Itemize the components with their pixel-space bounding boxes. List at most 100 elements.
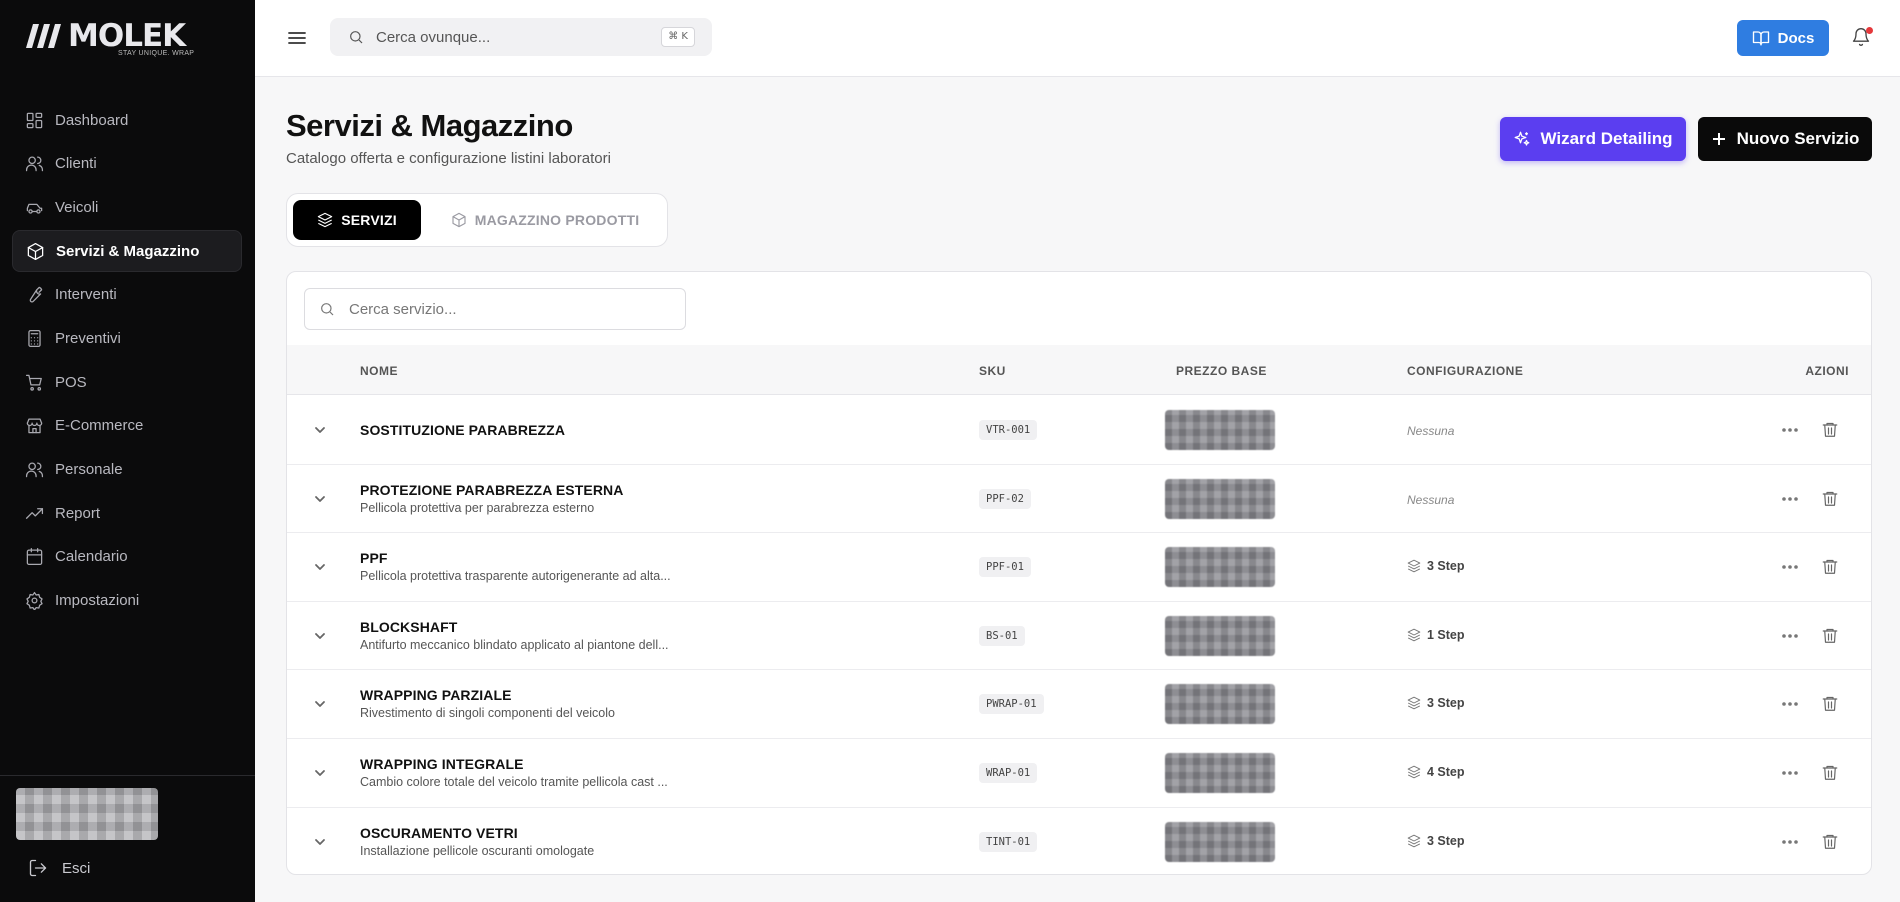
table-row[interactable]: OSCURAMENTO VETRI Installazione pellicol… xyxy=(287,808,1871,874)
table-row[interactable]: PROTEZIONE PARABREZZA ESTERNA Pellicola … xyxy=(287,465,1871,534)
docs-button[interactable]: Docs xyxy=(1737,20,1829,56)
tab-magazzino-prodotti[interactable]: MAGAZZINO PRODOTTI xyxy=(437,200,653,240)
service-description: Cambio colore totale del veicolo tramite… xyxy=(360,775,668,789)
cart-icon xyxy=(24,372,44,392)
delete-button[interactable] xyxy=(1821,763,1841,783)
sidebar-item-label: Impostazioni xyxy=(55,592,140,610)
delete-button[interactable] xyxy=(1821,832,1841,852)
expand-row-button[interactable] xyxy=(312,834,328,850)
trash-icon xyxy=(1822,628,1838,643)
sidebar-item-label: Clienti xyxy=(55,155,97,173)
delete-button[interactable] xyxy=(1821,557,1841,577)
layers-icon xyxy=(1407,697,1421,710)
sidebar-item-label: Interventi xyxy=(55,286,117,304)
service-description: Antifurto meccanico blindato applicato a… xyxy=(360,637,669,652)
configuration-steps: 3 Step xyxy=(1407,834,1465,848)
configuration-label: 3 Step xyxy=(1427,696,1465,711)
more-actions-button[interactable] xyxy=(1779,832,1801,852)
configuration-steps: 4 Step xyxy=(1407,765,1465,779)
service-sku: BS-01 xyxy=(979,625,1025,646)
sidebar-item-personale[interactable]: Personale xyxy=(12,449,242,491)
table-row[interactable]: WRAPPING PARZIALE Rivestimento di singol… xyxy=(287,670,1871,739)
column-header-prezzo-base[interactable]: PREZZO BASE xyxy=(1176,364,1267,378)
delete-button[interactable] xyxy=(1821,626,1841,646)
more-actions-button[interactable] xyxy=(1779,557,1801,577)
sidebar-item-dashboard[interactable]: Dashboard xyxy=(12,99,242,141)
expand-row-button[interactable] xyxy=(312,628,328,644)
trash-icon xyxy=(1822,765,1838,780)
brand-logo[interactable]: MOLEK STAY UNIQUE. WRAP xyxy=(24,18,194,60)
service-search-input[interactable] xyxy=(349,300,669,318)
column-header-configurazione[interactable]: CONFIGURAZIONE xyxy=(1407,364,1523,378)
store-icon xyxy=(24,416,44,436)
table-row[interactable]: WRAPPING INTEGRALE Cambio colore totale … xyxy=(287,739,1871,808)
more-actions-button[interactable] xyxy=(1779,694,1801,714)
table-row[interactable]: BLOCKSHAFT Antifurto meccanico blindato … xyxy=(287,602,1871,671)
page-subtitle: Catalogo offerta e configurazione listin… xyxy=(286,150,611,167)
service-sku: WRAP-01 xyxy=(979,763,1038,783)
more-horizontal-icon xyxy=(1782,428,1798,432)
global-search-input[interactable] xyxy=(376,28,656,46)
table-row[interactable]: SOSTITUZIONE PARABREZZA VTR-001 Nessuna xyxy=(287,396,1871,465)
column-header-sku[interactable]: SKU xyxy=(979,364,1006,378)
sidebar-item-servizi-magazzino[interactable]: Servizi & Magazzino xyxy=(12,230,242,273)
service-sku: PPF-02 xyxy=(979,488,1031,509)
more-horizontal-icon xyxy=(1782,633,1798,638)
configuration-steps: 3 Step xyxy=(1407,559,1465,573)
sidebar-item-label: Report xyxy=(55,504,101,522)
column-header-azioni: AZIONI xyxy=(1805,364,1849,378)
sidebar-item-preventivi[interactable]: Preventivi xyxy=(12,317,242,359)
service-description: Installazione pellicole oscuranti omolog… xyxy=(360,843,595,858)
column-header-nome[interactable]: NOME xyxy=(360,364,398,378)
new-service-button[interactable]: Nuovo Servizio xyxy=(1698,117,1872,161)
configuration-steps: 3 Step xyxy=(1407,696,1465,710)
sidebar-item-clienti[interactable]: Clienti xyxy=(12,143,242,185)
service-search[interactable] xyxy=(304,288,686,330)
more-actions-button[interactable] xyxy=(1779,626,1801,646)
sidebar-item-calendario[interactable]: Calendario xyxy=(12,536,242,578)
logout-button[interactable]: Esci xyxy=(28,858,90,878)
expand-row-button[interactable] xyxy=(312,491,328,507)
menu-toggle-button[interactable] xyxy=(287,28,307,48)
layers-icon xyxy=(1407,765,1421,779)
layers-icon xyxy=(317,212,333,228)
service-description: Pellicola protettiva trasparente autorig… xyxy=(360,569,671,584)
sidebar-item-veicoli[interactable]: Veicoli xyxy=(12,186,242,228)
services-table-card: NOME SKU PREZZO BASE CONFIGURAZIONE AZIO… xyxy=(286,271,1872,875)
service-name: SOSTITUZIONE PARABREZZA xyxy=(360,422,566,438)
logout-icon xyxy=(29,859,47,877)
delete-button[interactable] xyxy=(1821,694,1841,714)
chevron-down-icon xyxy=(315,564,325,571)
configuration-steps: 1 Step xyxy=(1407,628,1465,642)
users-icon xyxy=(24,154,44,174)
more-actions-button[interactable] xyxy=(1779,489,1801,509)
sidebar-item-report[interactable]: Report xyxy=(12,492,242,534)
layers-icon xyxy=(1407,559,1421,573)
expand-row-button[interactable] xyxy=(312,696,328,712)
user-avatar[interactable] xyxy=(16,788,158,840)
calendar-icon xyxy=(24,547,44,567)
chevron-down-icon xyxy=(315,838,325,845)
sidebar-item-label: Dashboard xyxy=(55,111,129,129)
expand-row-button[interactable] xyxy=(312,422,328,438)
layers-icon xyxy=(1407,628,1421,642)
chevron-down-icon xyxy=(315,770,325,776)
global-search[interactable]: ⌘ K xyxy=(330,18,712,56)
more-actions-button[interactable] xyxy=(1779,763,1801,783)
wizard-detailing-button[interactable]: Wizard Detailing xyxy=(1500,117,1686,161)
sidebar-item-e-commerce[interactable]: E-Commerce xyxy=(12,405,242,447)
sidebar-item-pos[interactable]: POS xyxy=(12,361,242,403)
expand-row-button[interactable] xyxy=(312,765,328,781)
table-row[interactable]: PPF Pellicola protettiva trasparente aut… xyxy=(287,533,1871,602)
tab-servizi[interactable]: SERVIZI xyxy=(293,200,421,240)
sidebar-item-impostazioni[interactable]: Impostazioni xyxy=(12,580,242,622)
sidebar-item-interventi[interactable]: Interventi xyxy=(12,274,242,316)
gear-icon xyxy=(24,591,44,611)
notifications-button[interactable] xyxy=(1851,27,1873,49)
trash-icon xyxy=(1822,491,1838,506)
delete-button[interactable] xyxy=(1821,489,1841,509)
base-price-redacted xyxy=(1165,547,1275,588)
expand-row-button[interactable] xyxy=(312,559,328,575)
more-actions-button[interactable] xyxy=(1779,420,1801,440)
delete-button[interactable] xyxy=(1821,420,1841,440)
